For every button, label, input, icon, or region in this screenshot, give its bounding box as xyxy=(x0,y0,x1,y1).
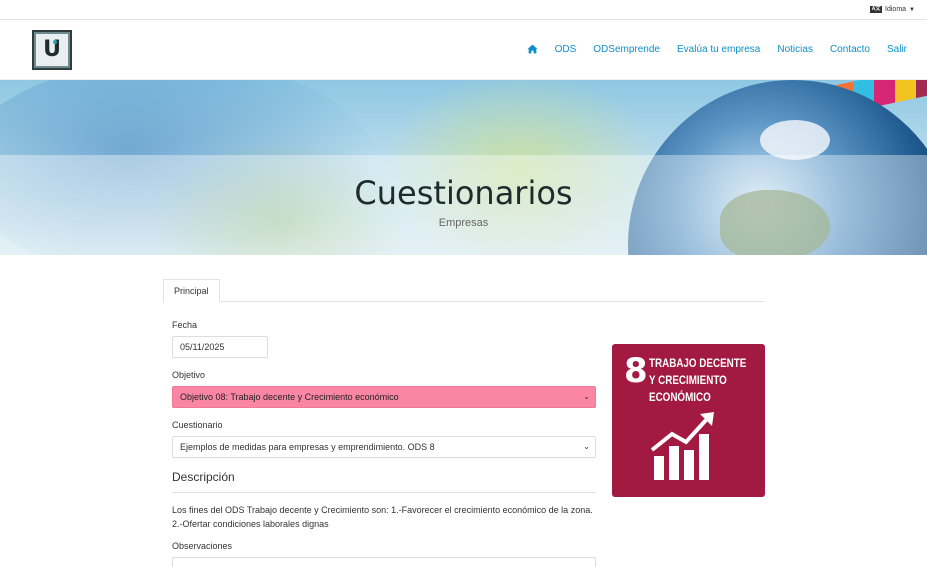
descripcion-text: Los fines del ODS Trabajo decente y Crec… xyxy=(172,505,593,529)
language-selector[interactable]: Idioma xyxy=(885,6,906,13)
home-icon[interactable] xyxy=(527,44,538,55)
sdg-title-line1: TRABAJO DECENTE xyxy=(649,356,747,370)
sdg-8-card: 8 TRABAJO DECENTE Y CRECIMIENTO ECONÓMIC… xyxy=(612,344,765,497)
logo-letter: U xyxy=(36,33,68,66)
observaciones-label: Observaciones xyxy=(172,541,233,551)
sdg-title-line2: Y CRECIMIENTO xyxy=(649,373,727,387)
fecha-label: Fecha xyxy=(172,320,198,330)
hero-clouds xyxy=(760,120,830,160)
language-icon: A文 xyxy=(870,6,883,13)
hero-banner: Cuestionarios Empresas xyxy=(0,80,927,255)
tab-bar: Principal xyxy=(163,279,765,303)
fecha-field[interactable]: 05/11/2025 xyxy=(172,336,268,358)
cuestionario-label: Cuestionario xyxy=(172,420,223,430)
site-logo[interactable]: U xyxy=(32,29,72,70)
sdg-number: 8 xyxy=(624,351,648,391)
chevron-down-icon: ⌄ xyxy=(583,392,590,401)
objetivo-select[interactable]: Objetivo 08: Trabajo decente y Crecimien… xyxy=(172,386,596,408)
chevron-down-icon: ⌄ xyxy=(583,442,590,451)
cuestionario-select-value: Ejemplos de medidas para empresas y empr… xyxy=(180,442,435,452)
growth-chart-icon xyxy=(650,412,714,480)
sdg-title: TRABAJO DECENTE Y CRECIMIENTO ECONÓMICO xyxy=(649,355,746,406)
nav-salir[interactable]: Salir xyxy=(887,44,907,55)
nav-contacto[interactable]: Contacto xyxy=(830,44,870,55)
cuestionario-select[interactable]: Ejemplos de medidas para empresas y empr… xyxy=(172,436,596,458)
caret-down-icon[interactable]: ▼ xyxy=(909,7,915,13)
nav-ods[interactable]: ODS xyxy=(555,44,577,55)
page-title: Cuestionarios xyxy=(354,174,573,212)
descripcion-heading: Descripción xyxy=(172,470,596,493)
nav-odsemprende[interactable]: ODSemprende xyxy=(593,44,660,55)
observaciones-field[interactable] xyxy=(172,557,596,567)
top-utility-bar: A文 Idioma ▼ xyxy=(0,0,927,20)
tab-principal[interactable]: Principal xyxy=(163,279,220,303)
main-content: Principal Fecha 05/11/2025 Objetivo Obje… xyxy=(163,279,765,567)
questionnaire-form: Fecha 05/11/2025 Objetivo Objetivo 08: T… xyxy=(163,320,596,567)
site-header: U ODS ODSemprende Evalúa tu empresa Noti… xyxy=(0,20,927,80)
sdg-title-line3: ECONÓMICO xyxy=(649,390,711,404)
nav-noticias[interactable]: Noticias xyxy=(777,44,813,55)
page-subtitle: Empresas xyxy=(438,217,489,229)
main-nav: ODS ODSemprende Evalúa tu empresa Notici… xyxy=(527,44,907,55)
objetivo-label: Objetivo xyxy=(172,370,206,380)
nav-evalua-tu-empresa[interactable]: Evalúa tu empresa xyxy=(677,44,760,55)
objetivo-select-value: Objetivo 08: Trabajo decente y Crecimien… xyxy=(180,392,399,402)
